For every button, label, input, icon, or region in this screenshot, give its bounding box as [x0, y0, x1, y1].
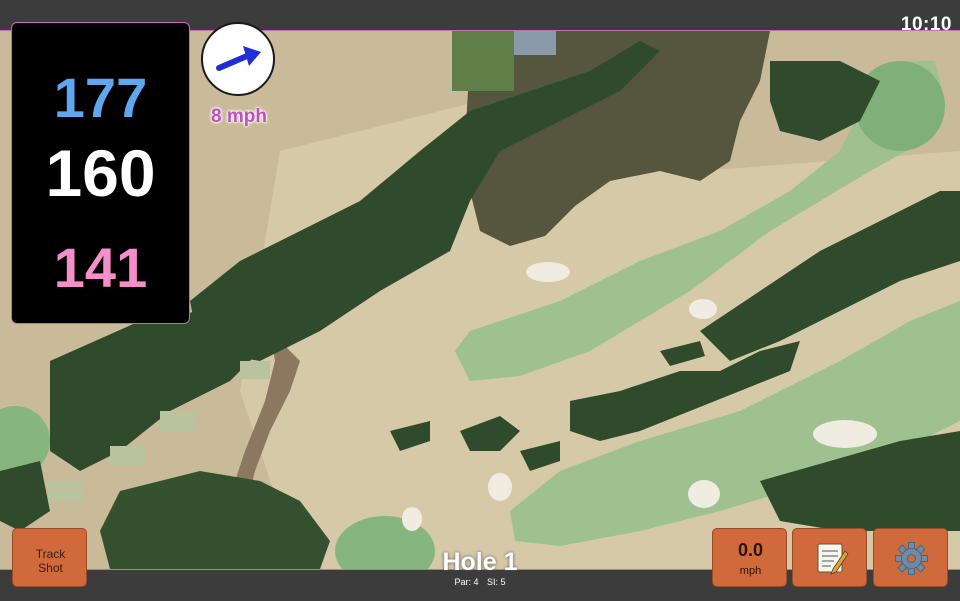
clock-time: 10:10	[900, 14, 952, 35]
speed-value: 0.0	[737, 540, 764, 560]
hole-stroke-index: SI: 5	[487, 577, 506, 587]
track-shot-label-line2: Shot	[38, 561, 63, 575]
settings-button[interactable]	[873, 528, 948, 587]
wind-direction-indicator	[201, 22, 275, 96]
wind-speed-label: 8 mph	[211, 106, 267, 127]
hole-title: Hole 1	[442, 548, 518, 576]
hole-par: Par: 4	[454, 577, 479, 587]
speed-button[interactable]: 0.0 mph	[712, 528, 787, 587]
gear-icon	[895, 542, 928, 575]
wind-direction-arrow-icon	[216, 46, 261, 71]
hole-info: Par: 4 SI: 5	[380, 577, 580, 587]
distance-middle: 160	[45, 136, 156, 210]
track-shot-label-line1: Track	[35, 547, 66, 561]
distance-front: 141	[53, 236, 148, 299]
distance-panel: 177 160 141	[11, 22, 190, 324]
speed-unit: mph	[739, 565, 762, 577]
track-shot-button[interactable]: Track Shot	[12, 528, 87, 587]
distance-back: 177	[53, 66, 148, 129]
notes-button[interactable]	[792, 528, 867, 587]
notepad-icon	[817, 543, 849, 575]
